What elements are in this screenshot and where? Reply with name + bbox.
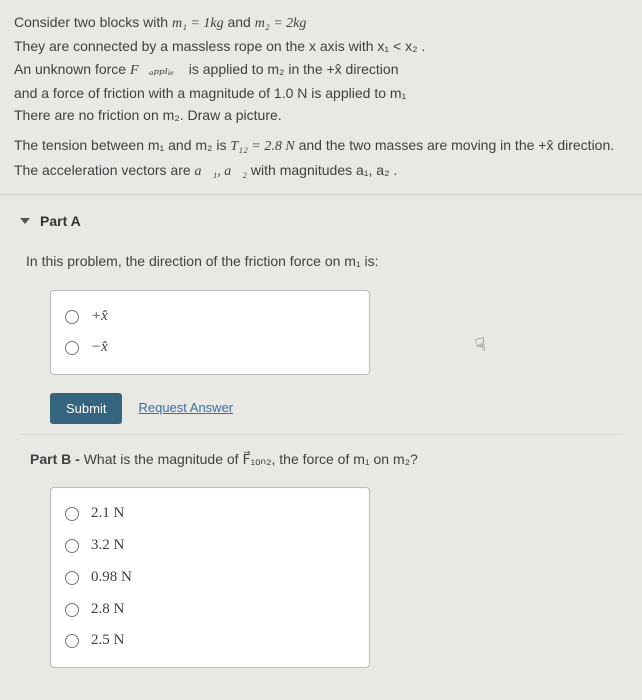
text: and a force of friction with a magnitude… — [14, 85, 406, 101]
choice-label: 0.98 N — [91, 567, 132, 589]
radio-0-98n[interactable] — [65, 571, 79, 585]
text: and the two masses are moving in the +x̂… — [295, 137, 614, 153]
part-b-heading[interactable]: Part B - What is the magnitude of F⃗₁ₒₙ₂… — [20, 434, 622, 487]
text: An unknown force — [14, 61, 130, 77]
math-m2: m₂ = 2kg — [255, 16, 307, 31]
request-answer-link[interactable]: Request Answer — [138, 399, 233, 418]
problem-statement: Consider two blocks with m₁ = 1kg and m₂… — [0, 0, 642, 195]
text: They are connected by a massless rope on… — [14, 38, 425, 54]
part-a-choices: +x̂ −x̂ — [50, 290, 370, 376]
problem-line6: The tension between m₁ and m₂ is T₁₂ = 2… — [14, 135, 628, 157]
math-t12: T₁₂ = 2.8 N — [230, 139, 294, 154]
submit-button[interactable]: Submit — [50, 393, 122, 424]
text: and — [224, 14, 255, 30]
choice-label: 2.5 N — [91, 630, 124, 652]
part-a-question: In this problem, the direction of the fr… — [26, 251, 622, 271]
choice-label: 3.2 N — [91, 535, 124, 557]
radio-2-1n[interactable] — [65, 507, 79, 521]
problem-line5: There are no friction on m₂. Draw a pict… — [14, 105, 628, 125]
text: The acceleration vectors are — [14, 162, 195, 178]
math-a1a2: a⃗₁, a⃗₂ — [195, 164, 248, 179]
radio-minus-x[interactable] — [65, 341, 79, 355]
text: The tension between m₁ and m₂ is — [14, 137, 230, 153]
problem-line3: An unknown force F⃗ₐₚₚₗᵢₑ𝒹 is applied to… — [14, 59, 628, 81]
problem-line2: They are connected by a massless rope on… — [14, 36, 628, 56]
math-m1: m₁ = 1kg — [172, 16, 224, 31]
problem-line7: The acceleration vectors are a⃗₁, a⃗₂ wi… — [14, 160, 628, 182]
choice-label: +x̂ — [91, 306, 108, 328]
part-a-actions: Submit Request Answer — [50, 393, 622, 424]
problem-line4: and a force of friction with a magnitude… — [14, 83, 628, 103]
text: with magnitudes a₁, a₂ . — [247, 162, 397, 178]
radio-plus-x[interactable] — [65, 310, 79, 324]
text: In this problem, the direction of the fr… — [26, 253, 379, 269]
radio-2-8n[interactable] — [65, 603, 79, 617]
part-b-label: Part B - — [30, 451, 84, 467]
problem-line1: Consider two blocks with m₁ = 1kg and m₂… — [14, 12, 628, 34]
choice-2-8n[interactable]: 2.8 N — [65, 594, 355, 626]
choice-label: 2.1 N — [91, 503, 124, 525]
part-b-question: What is the magnitude of F⃗₁ₒₙ₂, the for… — [84, 451, 418, 467]
choice-3-2n[interactable]: 3.2 N — [65, 530, 355, 562]
part-b-choices: 2.1 N 3.2 N 0.98 N 2.8 N 2.5 N — [50, 487, 370, 668]
choice-2-1n[interactable]: 2.1 N — [65, 498, 355, 530]
choice-plus-x[interactable]: +x̂ — [65, 301, 355, 333]
text: is applied to m₂ in the +x̂ direction — [185, 61, 399, 77]
choice-label: −x̂ — [91, 337, 108, 359]
radio-3-2n[interactable] — [65, 539, 79, 553]
math-fapplied: F⃗ₐₚₚₗᵢₑ𝒹 — [130, 63, 185, 78]
part-a-section: Part A In this problem, the direction of… — [0, 195, 642, 678]
part-a-heading[interactable]: Part A — [20, 211, 622, 231]
text: There are no friction on m₂. Draw a pict… — [14, 107, 282, 123]
text: Consider two blocks with — [14, 14, 172, 30]
cursor-hand-icon: ☟ — [473, 331, 488, 359]
choice-0-98n[interactable]: 0.98 N — [65, 562, 355, 594]
caret-down-icon — [20, 218, 30, 224]
choice-label: 2.8 N — [91, 599, 124, 621]
part-a-title: Part A — [40, 211, 81, 231]
radio-2-5n[interactable] — [65, 634, 79, 648]
choice-minus-x[interactable]: −x̂ — [65, 332, 355, 364]
choice-2-5n[interactable]: 2.5 N — [65, 625, 355, 657]
